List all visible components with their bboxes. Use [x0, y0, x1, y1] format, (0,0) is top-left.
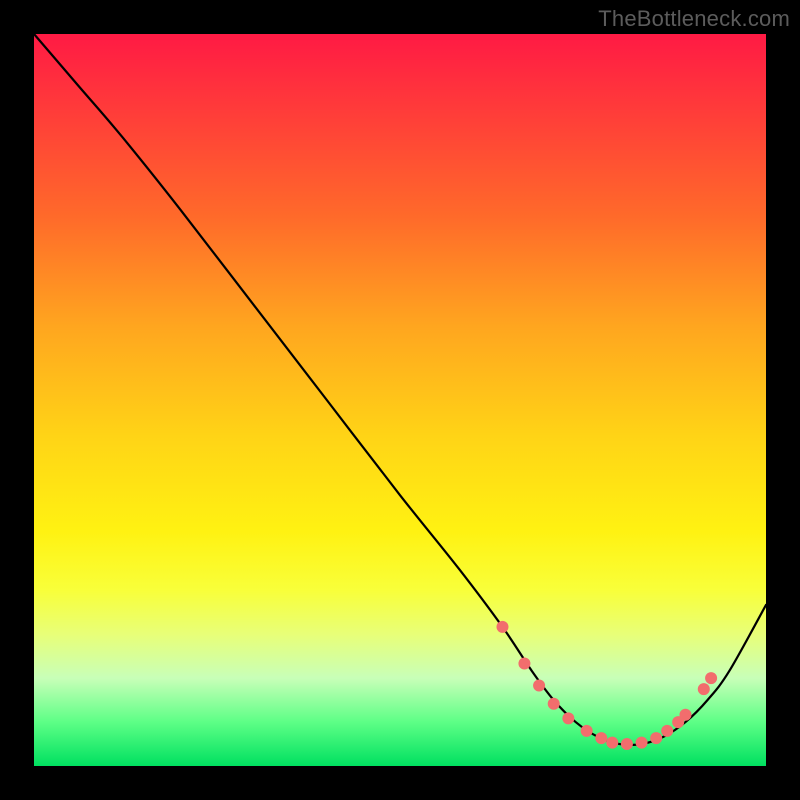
marker-dot	[581, 725, 593, 737]
watermark-text: TheBottleneck.com	[598, 6, 790, 32]
marker-dot	[621, 738, 633, 750]
marker-dot	[679, 709, 691, 721]
marker-dot	[650, 732, 662, 744]
curve-line	[34, 34, 766, 745]
curve-markers	[496, 621, 717, 750]
marker-dot	[595, 732, 607, 744]
marker-dot	[533, 679, 545, 691]
marker-dot	[548, 698, 560, 710]
marker-dot	[705, 672, 717, 684]
marker-dot	[562, 712, 574, 724]
marker-dot	[636, 737, 648, 749]
chart-frame: TheBottleneck.com	[0, 0, 800, 800]
marker-dot	[606, 737, 618, 749]
chart-svg	[34, 34, 766, 766]
marker-dot	[518, 658, 530, 670]
marker-dot	[661, 725, 673, 737]
marker-dot	[496, 621, 508, 633]
marker-dot	[698, 683, 710, 695]
